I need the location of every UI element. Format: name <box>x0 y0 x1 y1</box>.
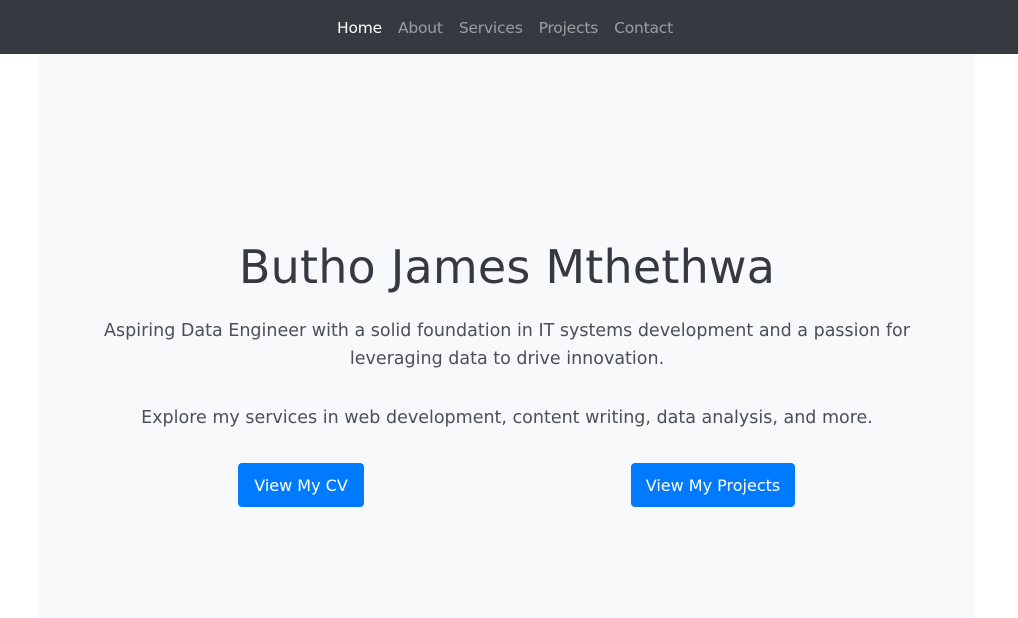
hero-section: Butho James Mthethwa Aspiring Data Engin… <box>39 54 975 618</box>
hero-lead-text: Aspiring Data Engineer with a solid foun… <box>104 321 910 369</box>
nav-link-services[interactable]: Services <box>451 19 531 37</box>
nav-link-contact[interactable]: Contact <box>606 19 681 37</box>
view-projects-button[interactable]: View My Projects <box>631 463 795 507</box>
nav-link-about[interactable]: About <box>390 19 451 37</box>
hero-title: Butho James Mthethwa <box>238 240 776 294</box>
top-navbar: Home About Services Projects Contact <box>0 0 1018 54</box>
view-cv-button[interactable]: View My CV <box>238 463 364 507</box>
nav-link-home[interactable]: Home <box>329 19 390 37</box>
nav-list: Home About Services Projects Contact <box>329 18 681 37</box>
nav-link-projects[interactable]: Projects <box>531 19 607 37</box>
hero-sub-text: Explore my services in web development, … <box>141 408 873 428</box>
